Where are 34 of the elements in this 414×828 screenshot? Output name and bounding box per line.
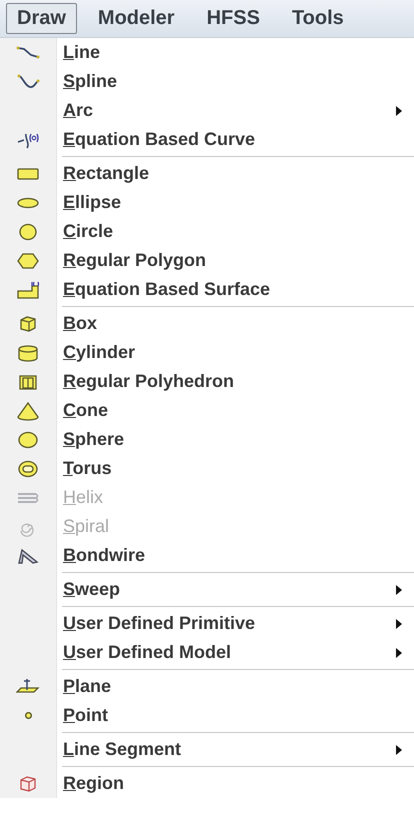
menu-item[interactable]: Circle (63, 221, 114, 242)
cylinder-icon (16, 342, 40, 362)
sphere-icon (16, 430, 40, 450)
menu-item[interactable]: Ellipse (63, 192, 122, 213)
menu-item[interactable]: Regular Polyhedron (63, 371, 234, 392)
menu-item[interactable]: Region (63, 773, 124, 794)
menu-item[interactable]: Cylinder (63, 342, 136, 363)
menu-item[interactable]: Torus (63, 458, 112, 479)
cone-icon (16, 400, 40, 420)
menu-bar-item[interactable]: Tools (280, 3, 355, 34)
hexagon-icon (16, 250, 40, 270)
menu-item[interactable]: User Defined Model (63, 642, 232, 663)
menu-item[interactable]: Rectangle (63, 163, 150, 184)
menu-item[interactable]: Line (63, 42, 100, 63)
menu-item[interactable]: Box (63, 313, 98, 334)
menu-bar-item[interactable]: Draw (6, 3, 77, 34)
function-surface-icon (16, 280, 40, 300)
menu-item[interactable]: Regular Polygon (63, 250, 206, 271)
menu-item[interactable]: User Defined Primitive (63, 613, 256, 634)
menu-item[interactable]: Point (63, 705, 108, 726)
menu-item[interactable]: Bondwire (63, 545, 146, 566)
menu-item[interactable]: Equation Based Surface (63, 279, 270, 300)
menu-item[interactable]: Equation Based Curve (63, 129, 256, 150)
menu-item[interactable]: Plane (63, 676, 112, 697)
point-icon (24, 712, 32, 719)
menu-item[interactable]: Cone (63, 400, 108, 421)
menu-bar-item[interactable]: HFSS (196, 3, 271, 34)
menu-item[interactable]: Spline (63, 71, 118, 92)
menu-item[interactable]: Sphere (63, 429, 124, 450)
torus-icon (16, 458, 40, 478)
menu-item[interactable]: Arc (63, 100, 94, 121)
menu-item[interactable]: Line Segment (63, 739, 182, 760)
menu-item[interactable]: Sweep (63, 579, 120, 600)
menu-bar-item[interactable]: Modeler (86, 3, 186, 34)
